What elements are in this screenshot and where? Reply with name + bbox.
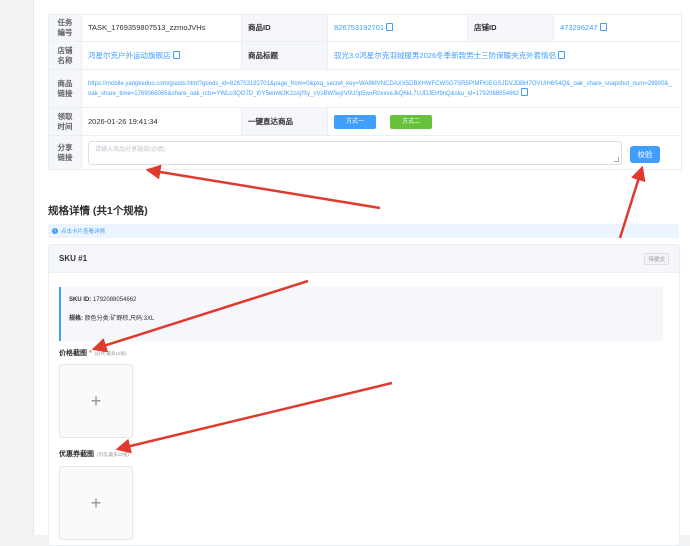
coupon-upload-button[interactable]: + [59, 466, 133, 540]
share-link-label: 分享 链接 [48, 135, 82, 170]
copy-icon[interactable] [521, 87, 529, 96]
status-badge: 待提交 [644, 252, 669, 265]
product-id-label: 商品ID [241, 14, 328, 42]
copy-icon[interactable] [386, 23, 394, 31]
sku-info-box: SKU ID: 1792088054662 规格: 颜色分类:矿野棕,尺码:3X… [59, 287, 663, 341]
verify-button[interactable]: 校验 [630, 146, 660, 163]
sku-title: SKU #1 [59, 254, 88, 263]
method2-button[interactable]: 方式二 [390, 114, 433, 129]
one-click-label: 一键直达商品 [241, 107, 328, 136]
plus-icon: + [90, 492, 102, 513]
sku-id-row: SKU ID: 1792088054662 [69, 297, 137, 303]
shop-id-label: 店铺ID [467, 14, 554, 42]
shop-name-link[interactable]: 鸿星尔克户外运动旗舰店 [81, 41, 242, 70]
tip-bar: i 点击卡片查看详情 [48, 224, 679, 238]
price-screenshot-label: 价格截图 * (必传,最多10张) [59, 350, 127, 357]
product-id-link[interactable]: 826753192701 [327, 14, 468, 42]
resize-handle-icon[interactable] [614, 156, 619, 162]
shop-name-label: 店铺 名称 [48, 41, 82, 70]
product-link-label: 商品 链接 [48, 69, 82, 108]
tip-text: 点击卡片查看详情 [61, 229, 106, 235]
method-buttons: 方式一 方式二 [327, 107, 682, 136]
copy-icon[interactable] [558, 50, 566, 59]
task-id-value: TASK_1769359807513_zzmoJVHs [81, 14, 242, 42]
sku-card[interactable]: SKU #1 待提交 SKU ID: 1792088054662 规格: 颜色分… [48, 244, 680, 546]
product-title-label: 商品标题 [241, 41, 328, 70]
claim-time-value: 2026-01-26 19:41:34 [81, 107, 242, 136]
method1-button[interactable]: 方式一 [334, 114, 377, 129]
task-info-table: 任务 编号 TASK_1769359807513_zzmoJVHs 商品ID 8… [48, 14, 682, 170]
info-icon: i [52, 228, 58, 234]
share-link-placeholder: 请输入商品分享链接(必填) [95, 146, 165, 153]
coupon-screenshot-label: 优惠券截图 (可选,最多10张) [59, 451, 129, 458]
share-link-input[interactable]: 请输入商品分享链接(必填) [88, 140, 622, 165]
copy-icon[interactable] [172, 50, 180, 59]
plus-icon: + [90, 390, 102, 411]
task-id-label: 任务 编号 [48, 14, 82, 42]
product-link-url[interactable]: https://mobile.yangkeduo.com/goods.html?… [81, 69, 682, 108]
price-upload-button[interactable]: + [59, 364, 133, 438]
sku-card-header[interactable]: SKU #1 待提交 [49, 245, 679, 273]
share-link-cell: 请输入商品分享链接(必填) [81, 135, 682, 170]
product-title-link[interactable]: 驭光3.0鸿星尔克羽绒服男2026冬季新款男士三防保暖夹克外套情侣 [327, 41, 682, 70]
spec-section-title: 规格详情 (共1个规格) [48, 205, 148, 217]
sku-spec-row: 规格: 颜色分类:矿野棕,尺码:3XL [69, 316, 155, 322]
shop-id-link[interactable]: 473296247 [553, 14, 682, 42]
copy-icon[interactable] [599, 23, 607, 31]
claim-time-label: 领取 时间 [48, 107, 82, 136]
